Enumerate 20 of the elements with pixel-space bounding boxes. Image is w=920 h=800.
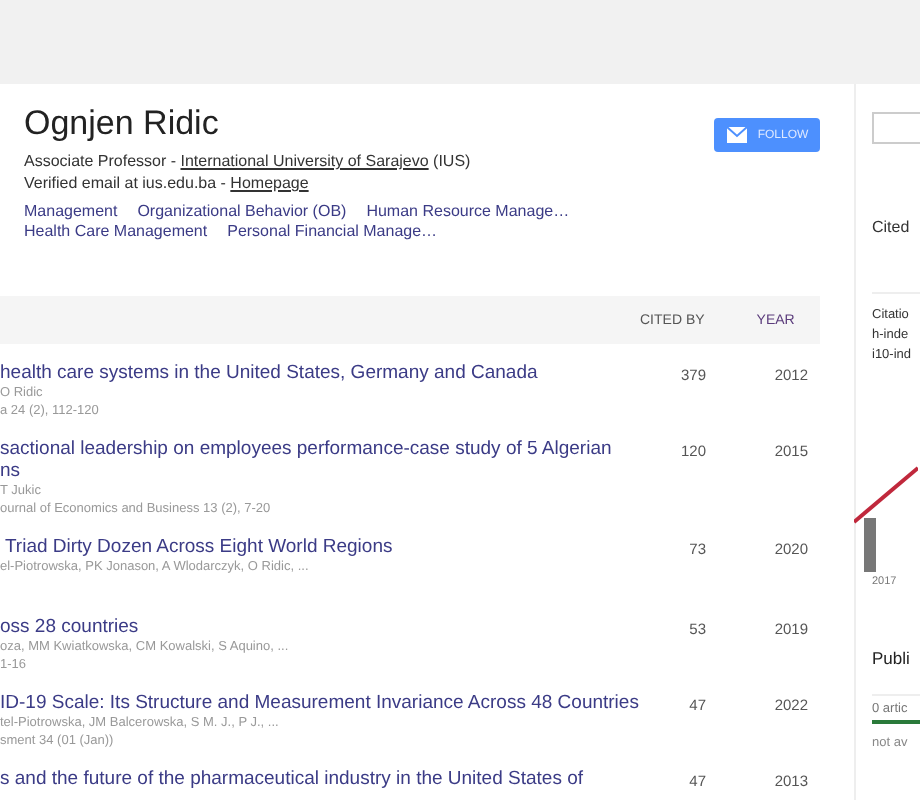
interest-link[interactable]: Human Resource Manage…	[366, 202, 570, 222]
profile-name: Ognjen Ridic	[24, 104, 221, 144]
citation-chart-drawing	[854, 462, 918, 574]
email-text: Verified email at ius.edu.ba - Homepage	[24, 172, 311, 194]
public-access-heading: Publi	[872, 648, 912, 668]
article-title-link[interactable]: oss 28 countries	[0, 616, 640, 638]
affiliation-link[interactable]: International University of Sarajevo	[180, 152, 429, 170]
interest-link[interactable]: Health Care Management	[24, 222, 208, 242]
interest-link[interactable]: Management	[24, 202, 118, 222]
mail-icon	[725, 126, 748, 144]
position-text: Associate Professor - International University of Sarajevo (IUS)	[24, 150, 473, 172]
article-title-link[interactable]: health care systems in the United States, Germany and Canada	[0, 362, 640, 384]
cited-by-heading: Cited	[872, 218, 912, 236]
article-title-link[interactable]: Triad Dirty Dozen Across Eight World Regions	[0, 536, 640, 558]
article-title-link[interactable]: ID-19 Scale: Its Structure and Measurement Invariance Across 48 Countries	[0, 692, 640, 714]
homepage-link[interactable]: Homepage	[230, 174, 309, 192]
interest-link[interactable]: Organizational Behavior (OB)	[137, 202, 347, 222]
article-title-link[interactable]: s and the future of the pharmaceutical industry in the United States of	[0, 768, 640, 790]
article-title-link[interactable]: sactional leadership on employees performance-case study of 5 Algerian ns	[0, 438, 640, 482]
interest-link[interactable]: Personal Financial Manage…	[227, 222, 438, 242]
